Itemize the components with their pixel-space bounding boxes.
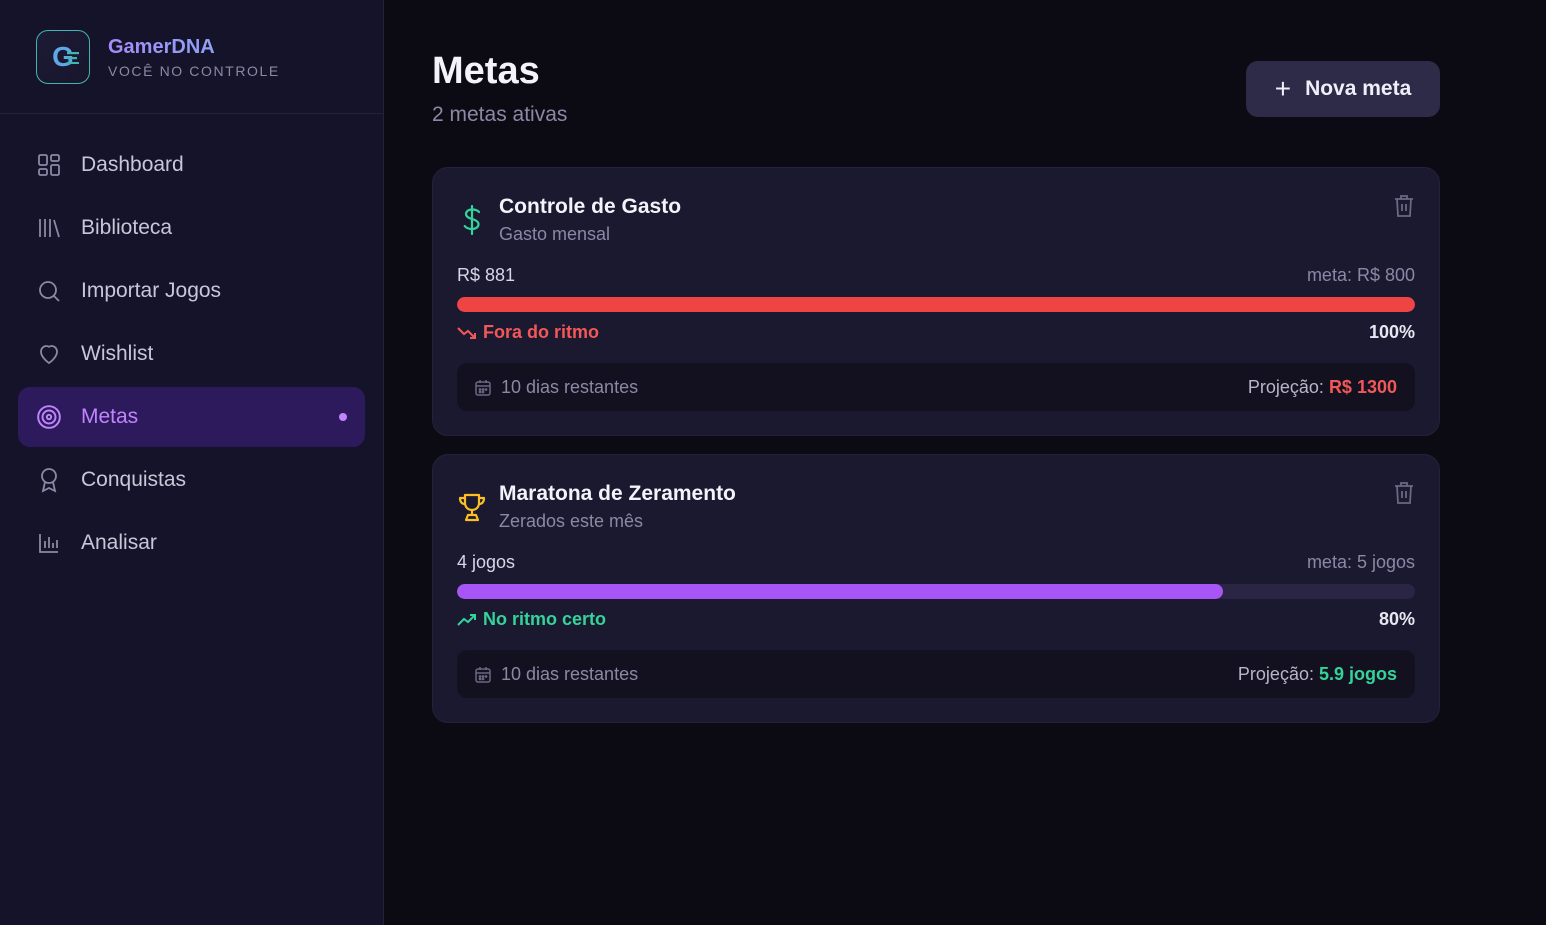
goal-projection: Projeção: 5.9 jogos bbox=[1238, 664, 1397, 685]
goal-progress-bar bbox=[457, 584, 1415, 599]
calendar-icon bbox=[475, 379, 491, 396]
goal-footer: 10 dias restantes Projeção: 5.9 jogos bbox=[457, 650, 1415, 698]
calendar-icon bbox=[475, 666, 491, 683]
sidebar-item-biblioteca[interactable]: Biblioteca bbox=[18, 198, 365, 258]
bar-chart-icon bbox=[36, 530, 62, 556]
projection-label: Projeção: bbox=[1237, 663, 1319, 684]
sidebar-item-label: Importar Jogos bbox=[81, 279, 222, 302]
goal-progress-bar bbox=[457, 297, 1415, 312]
trash-icon[interactable] bbox=[1393, 481, 1415, 505]
award-icon bbox=[36, 467, 62, 493]
trending-up-icon bbox=[457, 613, 476, 626]
goal-current-value: 4 jogos bbox=[457, 552, 516, 572]
sidebar: G GamerDNA VOCÊ NO CONTROLE Dashboard Bi… bbox=[0, 0, 384, 925]
goal-status-label: Fora do ritmo bbox=[483, 322, 599, 342]
page-subtitle: 2 metas ativas bbox=[432, 103, 568, 126]
sidebar-item-label: Conquistas bbox=[81, 468, 187, 491]
brand-tagline: VOCÊ NO CONTROLE bbox=[108, 62, 280, 79]
sidebar-item-label: Dashboard bbox=[81, 153, 184, 176]
goal-progress-fill bbox=[457, 297, 1415, 312]
goal-projection: Projeção: R$ 1300 bbox=[1248, 377, 1397, 398]
goal-footer: 10 dias restantes Projeção: R$ 1300 bbox=[457, 363, 1415, 411]
dashboard-icon bbox=[36, 152, 62, 178]
trophy-icon bbox=[457, 491, 487, 523]
days-remaining: 10 dias restantes bbox=[501, 376, 639, 397]
library-icon bbox=[36, 215, 62, 241]
projection-value: 5.9 jogos bbox=[1318, 663, 1397, 684]
goal-target-value: meta: R$ 800 bbox=[1306, 265, 1415, 285]
heart-icon bbox=[36, 341, 62, 367]
projection-label: Projeção: bbox=[1247, 376, 1329, 397]
goal-percent: 100% bbox=[1368, 322, 1415, 342]
active-indicator-dot bbox=[339, 413, 347, 421]
goal-status: Fora do ritmo bbox=[457, 322, 599, 343]
goal-status: No ritmo certo bbox=[457, 609, 606, 630]
sidebar-item-label: Wishlist bbox=[81, 342, 154, 365]
goal-current-value: R$ 881 bbox=[457, 265, 516, 285]
sidebar-item-label: Metas bbox=[81, 405, 139, 428]
goal-percent: 80% bbox=[1378, 609, 1415, 629]
sidebar-item-conquistas[interactable]: Conquistas bbox=[18, 450, 365, 510]
goal-card: Maratona de Zeramento Zerados este mês 4… bbox=[432, 454, 1440, 723]
sidebar-item-importar-jogos[interactable]: Importar Jogos bbox=[18, 261, 365, 321]
days-remaining: 10 dias restantes bbox=[501, 663, 639, 684]
sidebar-item-label: Biblioteca bbox=[81, 216, 173, 239]
page-title: Metas bbox=[432, 50, 540, 92]
goal-title: Maratona de Zeramento bbox=[499, 482, 736, 505]
goal-card: Controle de Gasto Gasto mensal R$ 881 me… bbox=[432, 167, 1440, 436]
goal-subtitle: Zerados este mês bbox=[499, 511, 644, 531]
sidebar-item-wishlist[interactable]: Wishlist bbox=[18, 324, 365, 384]
brand-name: GamerDNA bbox=[108, 35, 280, 59]
sidebar-item-analisar[interactable]: Analisar bbox=[18, 513, 365, 573]
brand-header: G GamerDNA VOCÊ NO CONTROLE bbox=[0, 0, 383, 114]
goal-status-label: No ritmo certo bbox=[483, 609, 607, 629]
sidebar-item-metas[interactable]: Metas bbox=[18, 387, 365, 447]
new-goal-button[interactable]: + Nova meta bbox=[1246, 61, 1440, 117]
goal-target-value: meta: 5 jogos bbox=[1306, 552, 1415, 572]
goal-title: Controle de Gasto bbox=[499, 195, 682, 218]
trending-down-icon bbox=[457, 326, 476, 339]
projection-value: R$ 1300 bbox=[1328, 376, 1397, 397]
logo-lines-icon bbox=[67, 51, 79, 64]
new-goal-button-label: Nova meta bbox=[1305, 77, 1412, 100]
dollar-icon bbox=[457, 204, 487, 236]
sidebar-item-dashboard[interactable]: Dashboard bbox=[18, 135, 365, 195]
sidebar-nav: Dashboard Biblioteca Importar Jogos Wish… bbox=[0, 114, 383, 597]
goal-progress-fill bbox=[457, 584, 1224, 599]
trash-icon[interactable] bbox=[1393, 194, 1415, 218]
search-icon bbox=[36, 278, 62, 304]
sidebar-item-label: Analisar bbox=[81, 531, 157, 554]
target-icon bbox=[36, 404, 62, 430]
plus-icon: + bbox=[1274, 73, 1292, 104]
goal-subtitle: Gasto mensal bbox=[499, 224, 611, 244]
main-content: Metas 2 metas ativas + Nova meta Control… bbox=[384, 0, 1546, 925]
app-logo: G bbox=[36, 29, 90, 84]
